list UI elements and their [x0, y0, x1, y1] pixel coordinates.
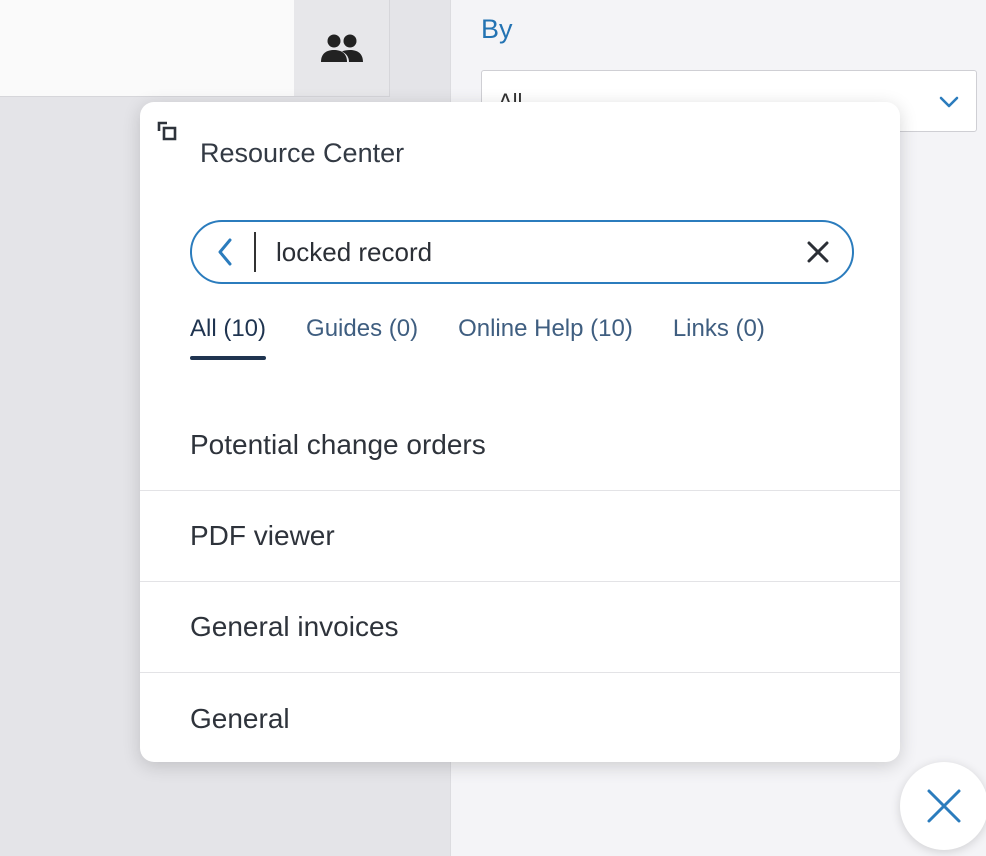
panel-title: Resource Center [200, 138, 405, 168]
list-item[interactable]: Potential change orders [140, 400, 900, 491]
tab-links[interactable]: Links (0) [673, 312, 765, 360]
results-list: Potential change orders PDF viewer Gener… [140, 400, 900, 762]
search-box [190, 220, 854, 284]
list-item[interactable]: General invoices [140, 582, 900, 673]
resource-center-panel: Resource Center All (10) Guides (0) Onli… [140, 102, 900, 762]
chevron-down-icon [939, 96, 959, 108]
search-text-caret [254, 232, 256, 272]
tab-online-help[interactable]: Online Help (10) [458, 312, 633, 360]
top-bar [0, 0, 294, 97]
search-clear-button[interactable] [802, 236, 834, 268]
result-tabs: All (10) Guides (0) Online Help (10) Lin… [190, 312, 805, 362]
list-item[interactable]: PDF viewer [140, 491, 900, 582]
tab-all[interactable]: All (10) [190, 312, 267, 360]
search-input[interactable] [276, 230, 776, 274]
users-icon [320, 34, 363, 62]
close-icon [807, 241, 829, 263]
search-back-button[interactable] [208, 234, 242, 270]
chevron-left-icon [218, 238, 232, 266]
filter-by-label: By [481, 14, 513, 44]
collapse-icon[interactable] [156, 120, 178, 142]
tab-guides[interactable]: Guides (0) [306, 312, 418, 360]
close-icon [927, 789, 961, 823]
users-button[interactable] [294, 0, 390, 97]
list-item[interactable]: General [140, 673, 900, 762]
close-resource-center-button[interactable] [900, 762, 986, 850]
